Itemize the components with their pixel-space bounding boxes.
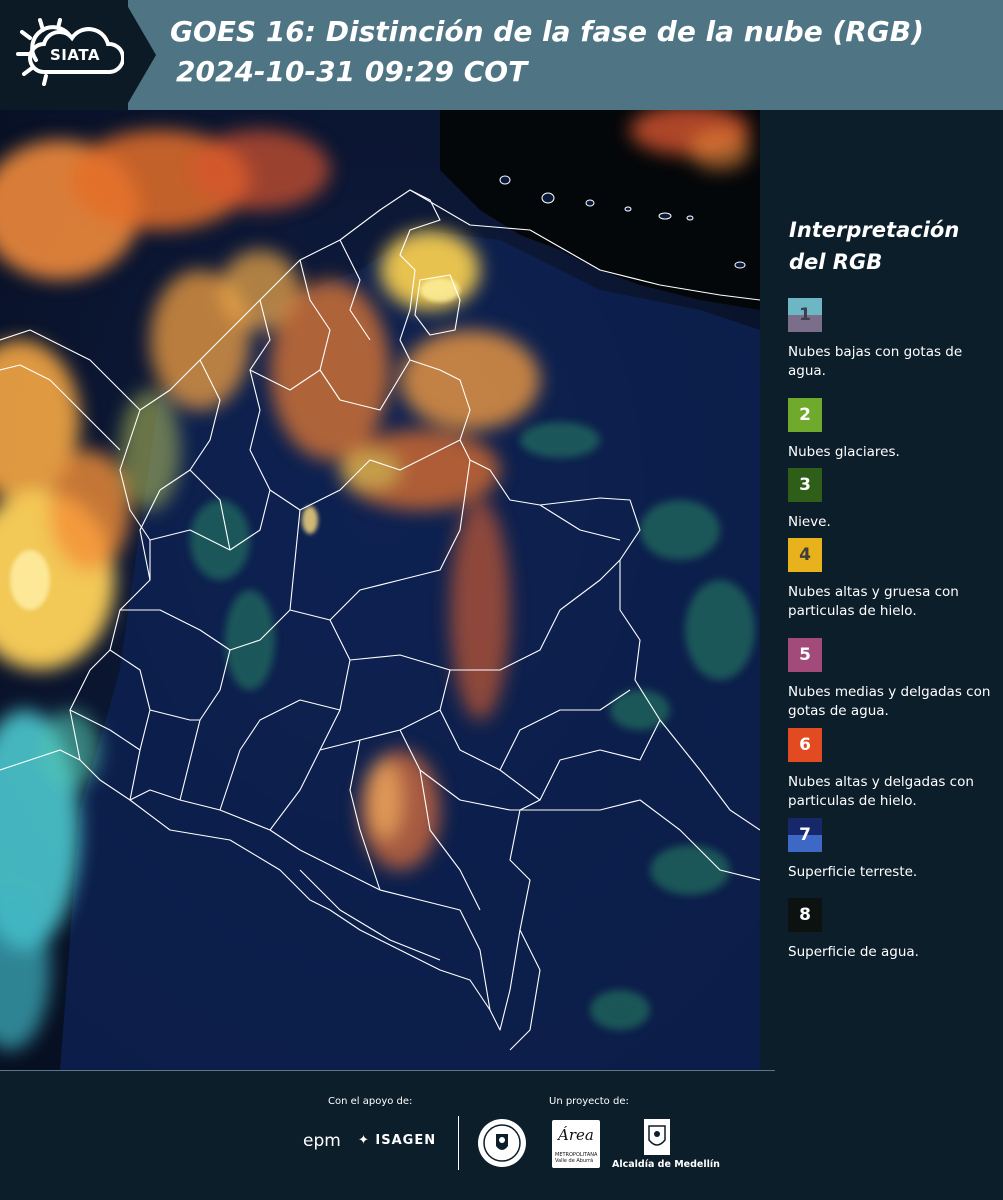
legend-swatch: 4 bbox=[788, 538, 822, 572]
legend-item-4: 4 Nubes altas y gruesa con particulas de … bbox=[788, 538, 1003, 621]
epm-logo: epm bbox=[303, 1131, 341, 1151]
header: SIATA GOES 16: Distinción de la fase de … bbox=[0, 0, 1003, 110]
legend-label: Superficie terreste. bbox=[788, 864, 918, 880]
legend-label: Nieve. bbox=[788, 514, 831, 530]
page-title: GOES 16: Distinción de la fase de la nub… bbox=[170, 12, 924, 92]
support-label: Con el apoyo de: bbox=[328, 1096, 413, 1107]
area-logo-script: Área bbox=[558, 1126, 594, 1144]
footer-divider-line bbox=[0, 1070, 775, 1071]
legend-number: 3 bbox=[799, 475, 811, 495]
title-line-1: GOES 16: Distinción de la fase de la nub… bbox=[170, 15, 924, 48]
siata-logo: SIATA bbox=[0, 0, 128, 110]
legend-number: 4 bbox=[799, 545, 811, 565]
logo-arrow-shape bbox=[124, 0, 156, 110]
satellite-image bbox=[0, 110, 760, 1070]
legend-number: 7 bbox=[799, 825, 811, 845]
project-label: Un proyecto de: bbox=[549, 1096, 629, 1107]
legend-number: 6 bbox=[799, 735, 811, 755]
legend-swatch: 6 bbox=[788, 728, 822, 762]
legend-item-5: 5 Nubes medias y delgadas con gotas de ag… bbox=[788, 638, 1003, 721]
legend-item-6: 6 Nubes altas y delgadas con particulas d… bbox=[788, 728, 1003, 811]
legend-swatch: 5 bbox=[788, 638, 822, 672]
legend-label: Nubes altas y delgadas con particulas de… bbox=[788, 774, 974, 809]
legend-item-1: 1 Nubes bajas con gotas de agua. bbox=[788, 298, 1003, 381]
isagen-logo: ✦ ISAGEN bbox=[358, 1133, 437, 1148]
satellite-map bbox=[0, 110, 760, 1070]
legend-number: 8 bbox=[799, 905, 811, 925]
legend-item-2: 2 Nubes glaciares. bbox=[788, 398, 1003, 462]
legend-label: Nubes altas y gruesa con particulas de h… bbox=[788, 584, 959, 619]
legend-swatch: 3 bbox=[788, 468, 822, 502]
legend-label: Nubes glaciares. bbox=[788, 444, 900, 460]
isagen-logo-text: ISAGEN bbox=[375, 1133, 437, 1148]
legend-item-3: 3 Nieve. bbox=[788, 468, 1003, 532]
legend-swatch: 1 bbox=[788, 298, 822, 332]
area-metropolitana-logo: Área METROPOLITANA Valle de Aburrá bbox=[552, 1120, 600, 1168]
title-datetime: 2024-10-31 09:29 COT bbox=[176, 55, 528, 88]
legend-number: 2 bbox=[799, 405, 811, 425]
siata-logo-text: SIATA bbox=[50, 46, 101, 64]
footer: Con el apoyo de: epm ✦ ISAGEN Un proyect… bbox=[0, 1070, 1003, 1200]
legend-swatch: 8 bbox=[788, 898, 822, 932]
legend-number: 1 bbox=[799, 305, 811, 325]
legend-item-8: 8 Superficie de agua. bbox=[788, 898, 1003, 962]
legend-label: Superficie de agua. bbox=[788, 944, 919, 960]
legend-panel: Interpretación del RGB 1 Nubes bajas con … bbox=[760, 110, 1003, 1070]
legend-item-7: 7 Superficie terreste. bbox=[788, 818, 1003, 882]
area-logo-subtitle: METROPOLITANA Valle de Aburrá bbox=[555, 1152, 598, 1164]
footer-vertical-divider bbox=[458, 1116, 459, 1170]
legend-swatch: 7 bbox=[788, 818, 822, 852]
legend-label: Nubes medias y delgadas con gotas de agu… bbox=[788, 684, 991, 719]
legend-swatch: 2 bbox=[788, 398, 822, 432]
legend-title: Interpretación del RGB bbox=[789, 218, 960, 274]
alcaldia-label: Alcaldía de Medellín bbox=[612, 1159, 720, 1170]
alcaldia-shield-icon bbox=[644, 1119, 670, 1155]
medellin-seal-icon bbox=[478, 1119, 526, 1167]
legend-label: Nubes bajas con gotas de agua. bbox=[788, 344, 963, 379]
legend-number: 5 bbox=[799, 645, 811, 665]
